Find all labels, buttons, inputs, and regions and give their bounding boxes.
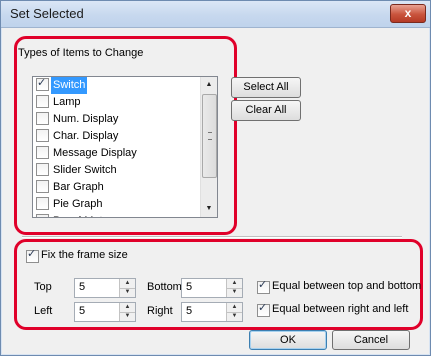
list-item-label: Switch — [51, 77, 88, 94]
ok-button[interactable]: OK — [249, 330, 327, 350]
types-list: Switch Lamp Num. Display Char. Display Messa… — [33, 77, 200, 217]
left-spin-buttons[interactable]: ▲ ▼ — [119, 303, 135, 321]
left-label: Left — [34, 305, 53, 317]
spin-down-icon[interactable]: ▼ — [120, 288, 135, 297]
cancel-button[interactable]: Cancel — [332, 330, 410, 350]
equal-right-left-checkbox[interactable] — [257, 301, 270, 317]
list-item-label: Char. Display — [53, 130, 119, 142]
list-item[interactable]: Slider Switch — [33, 162, 200, 179]
list-item-label: Bar Graph — [53, 181, 104, 193]
list-item[interactable]: Pie Graph — [33, 196, 200, 213]
bottom-value[interactable]: 5 — [186, 281, 192, 293]
list-item-label: Slider Switch — [53, 164, 117, 176]
left-value[interactable]: 5 — [79, 305, 85, 317]
list-item-label: Message Display — [53, 147, 137, 159]
list-item-checkbox[interactable] — [36, 129, 49, 142]
close-button[interactable]: x — [390, 4, 426, 23]
right-spinner[interactable]: 5 ▲ ▼ — [181, 302, 243, 322]
list-item[interactable]: Message Display — [33, 145, 200, 162]
list-item-label: Lamp — [53, 96, 81, 108]
equal-top-bottom-checkbox[interactable] — [257, 278, 270, 294]
spin-down-icon[interactable]: ▼ — [120, 312, 135, 321]
types-group-label: Types of Items to Change — [18, 47, 144, 59]
close-icon[interactable]: x — [405, 6, 412, 20]
scroll-down-arrow-icon[interactable]: ▼ — [201, 201, 217, 217]
scroll-up-arrow-icon[interactable]: ▲ — [201, 77, 217, 93]
list-item-checkbox[interactable] — [36, 146, 49, 159]
list-item[interactable]: Switch — [33, 77, 200, 94]
clear-all-button[interactable]: Clear All — [231, 100, 301, 121]
list-item-checkbox[interactable] — [36, 95, 49, 108]
spin-down-icon[interactable]: ▼ — [227, 288, 242, 297]
list-item-checkbox[interactable] — [36, 180, 49, 193]
list-item[interactable]: Num. Display — [33, 111, 200, 128]
types-listbox[interactable]: Switch Lamp Num. Display Char. Display Messa… — [32, 76, 218, 218]
list-item-checkbox[interactable] — [36, 77, 49, 92]
scroll-thumb[interactable] — [202, 94, 217, 178]
top-spin-buttons[interactable]: ▲ ▼ — [119, 279, 135, 297]
left-spinner[interactable]: 5 ▲ ▼ — [74, 302, 136, 322]
types-scrollbar[interactable]: ▲ ▼ — [200, 77, 217, 217]
list-item[interactable]: Bar Graph — [33, 179, 200, 196]
list-item-checkbox[interactable] — [36, 163, 49, 176]
bottom-label: Bottom — [147, 281, 182, 293]
equal-right-left-label[interactable]: Equal between right and left — [272, 303, 408, 315]
list-item-label: Panel Meter — [51, 213, 114, 217]
list-item[interactable]: Panel Meter — [33, 213, 200, 217]
top-value[interactable]: 5 — [79, 281, 85, 293]
separator — [22, 236, 402, 238]
top-label: Top — [34, 281, 52, 293]
top-spinner[interactable]: 5 ▲ ▼ — [74, 278, 136, 298]
list-item-label: Pie Graph — [53, 198, 103, 210]
list-item-checkbox[interactable] — [36, 112, 49, 125]
grip-icon — [208, 132, 212, 140]
bottom-spin-buttons[interactable]: ▲ ▼ — [226, 279, 242, 297]
list-item[interactable]: Char. Display — [33, 128, 200, 145]
fix-frame-size-label[interactable]: Fix the frame size — [41, 249, 128, 261]
equal-top-bottom-label[interactable]: Equal between top and bottom — [272, 280, 421, 292]
bottom-spinner[interactable]: 5 ▲ ▼ — [181, 278, 243, 298]
list-item-label: Num. Display — [53, 113, 119, 125]
right-spin-buttons[interactable]: ▲ ▼ — [226, 303, 242, 321]
right-label: Right — [147, 305, 173, 317]
window-title: Set Selected — [10, 6, 84, 21]
fix-frame-size-checkbox[interactable] — [26, 247, 39, 263]
list-item[interactable]: Lamp — [33, 94, 200, 111]
list-item-checkbox[interactable] — [36, 197, 49, 210]
list-item-checkbox[interactable] — [36, 214, 49, 217]
select-all-button[interactable]: Select All — [231, 77, 301, 98]
title-bar[interactable]: Set Selected x — [1, 1, 430, 28]
spin-down-icon[interactable]: ▼ — [227, 312, 242, 321]
right-value[interactable]: 5 — [186, 305, 192, 317]
